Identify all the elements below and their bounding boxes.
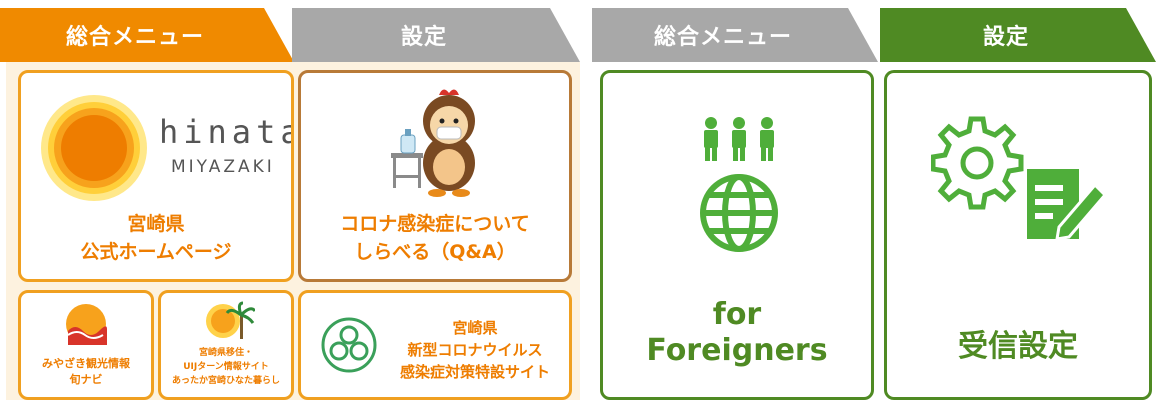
card-label-line2: 旬ナビ (69, 373, 103, 386)
card-label-line1: for (712, 297, 762, 332)
settings-grid: for Foreigners 受信設定 (592, 62, 1156, 400)
menu-grid: hinata MIYAZAKI 宮崎県 公式ホームページ コロナ感染症について … (6, 62, 580, 400)
right-settings-panel: 総合メニュー 設定 for Foreigners 受信設定 (592, 0, 1156, 400)
hinata-logo-sub: MIYAZAKI (171, 157, 275, 177)
card-label-line3: 感染症対策特設サイト (399, 363, 550, 381)
tab-general-menu[interactable]: 総合メニュー (0, 8, 294, 62)
card-corona-qa[interactable]: コロナ感染症について しらべる（Q&A） (298, 70, 572, 282)
card-tourism-info[interactable]: みやざき観光情報 旬ナビ (18, 290, 154, 400)
card-label-line1: 宮崎県移住・ (198, 348, 253, 358)
mascot-icon (391, 89, 475, 197)
left-menu-panel: 総合メニュー 設定 hinata MIYAZAKI 宮崎県 公式ホームページ コ… (0, 0, 580, 400)
tab-general-menu[interactable]: 総合メニュー (592, 8, 878, 62)
gear-document-icon (931, 116, 1108, 241)
tab-label: 総合メニュー (65, 25, 204, 50)
card-label-line1: 宮崎県 (127, 213, 185, 235)
people-globe-icon (700, 117, 778, 252)
card-relocation-info[interactable]: 宮崎県移住・ UIJターン情報サイト あったか宮崎ひなた暮らし (158, 290, 294, 400)
wave-sun-icon (66, 304, 107, 345)
card-label-line3: あったか宮崎ひなた暮らし (171, 376, 280, 386)
card-label-line1: みやざき観光情報 (42, 357, 130, 370)
card-label-line1: 宮崎県 (452, 319, 498, 337)
hinata-logo-word: hinata (159, 113, 294, 151)
card-receive-settings[interactable]: 受信設定 (884, 70, 1152, 400)
card-label-line2: 公式ホームページ (80, 241, 232, 263)
card-label-line2: Foreigners (646, 333, 828, 368)
tab-settings[interactable]: 設定 (292, 8, 580, 62)
sun-palm-icon (206, 301, 255, 339)
card-label: 受信設定 (958, 329, 1078, 364)
card-covid-special-site[interactable]: 宮崎県 新型コロナウイルス 感染症対策特設サイト (298, 290, 572, 400)
tab-settings[interactable]: 設定 (880, 8, 1156, 62)
card-label-line2: UIJターン情報サイト (183, 362, 269, 372)
people-circle-icon (321, 317, 377, 373)
tab-label: 設定 (400, 25, 447, 50)
card-hinata-official-site[interactable]: hinata MIYAZAKI 宮崎県 公式ホームページ (18, 70, 294, 282)
card-label-line2: しらべる（Q&A） (354, 241, 516, 263)
tab-label: 総合メニュー (653, 25, 792, 50)
sun-icon (41, 95, 147, 201)
card-label-line2: 新型コロナウイルス (407, 341, 543, 359)
card-label-line1: コロナ感染症について (340, 213, 530, 235)
tab-label: 設定 (982, 25, 1029, 50)
card-for-foreigners[interactable]: for Foreigners (600, 70, 874, 400)
